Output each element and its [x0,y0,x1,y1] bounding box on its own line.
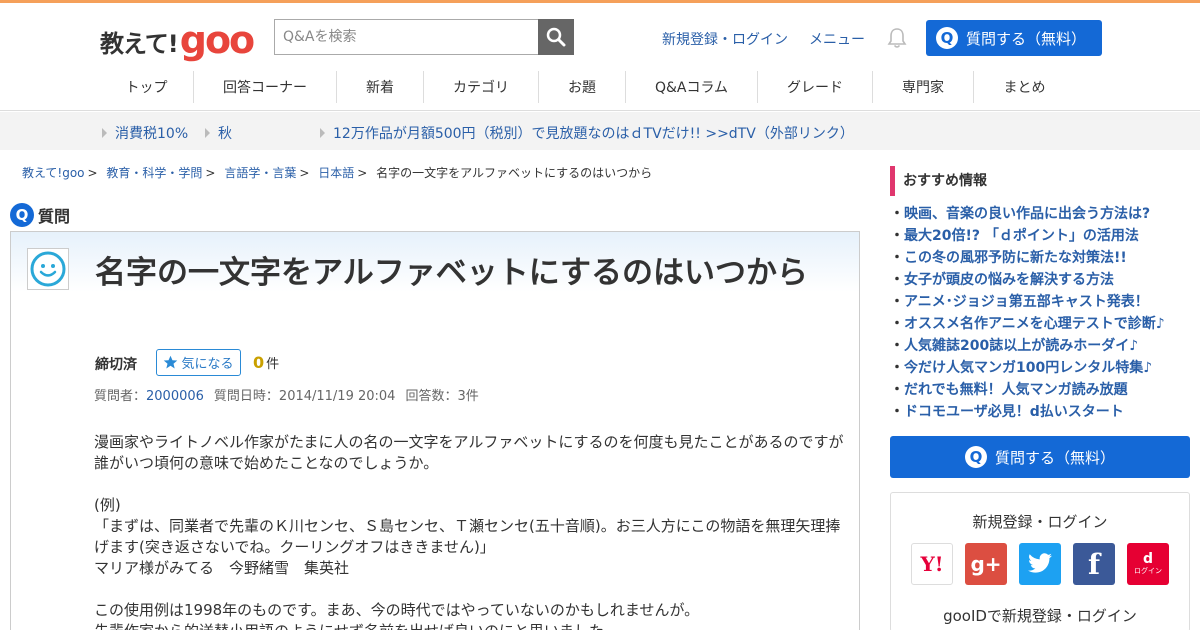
search-input[interactable] [274,19,538,55]
recommended-list: 映画、音楽の良い作品に出会う方法は? 最大20倍!? 「ｄポイント」の活用法 こ… [890,203,1190,423]
recommended-item[interactable]: 今だけ人気マンガ100円レンタル特集♪ [890,357,1190,379]
nav-item-new[interactable]: 新着 [337,71,424,103]
logo-text: 教えて! [100,30,179,58]
twitter-login-button[interactable] [1019,543,1061,585]
nav-item-category[interactable]: カテゴリ [424,71,539,103]
question-paragraph: (例) [94,496,121,514]
logo-brand: goo [179,18,255,62]
recommended-title: おすすめ情報 [890,166,1190,196]
answer-count: 回答数：3件 [405,389,479,404]
question-date: 質問日時：2014/11/19 20:04 [213,389,396,404]
recommended-item[interactable]: 映画、音楽の良い作品に出会う方法は? [890,203,1190,225]
facebook-icon: f [1087,547,1101,581]
question-card: 名字の一文字をアルファベットにするのはいつから 締切済 気になる 0件 質問者：… [10,231,860,630]
breadcrumb-separator: > [299,166,310,180]
yahoo-icon: Y! [920,552,944,576]
search-icon [546,27,566,47]
question-paragraph: 漫画家やライトノベル作家がたまに人の名の一文字をアルファベットにするのを何度も見… [94,433,844,472]
breadcrumb-item-japanese[interactable]: 日本語 [318,166,354,180]
question-heading-label: 質問 [38,207,71,226]
recommended-item[interactable]: だれでも無料！人気マンガ読み放題 [890,379,1190,401]
closed-status: 締切済 [95,357,137,373]
breadcrumb-item-home[interactable]: 教えて!goo [22,166,85,180]
ask-question-label: 質問する（無料） [966,29,1087,48]
nav-item-expert[interactable]: 専門家 [873,71,974,103]
main-nav: トップ 回答コーナー 新着 カテゴリ お題 Q&Aコラム グレード 専門家 まと… [100,71,1075,103]
watch-label: 気になる [181,357,234,372]
breadcrumb-separator: > [357,166,368,180]
trending-link-dtv-ad[interactable]: 12万作品が月額500円（税別）で見放題なのはｄTVだけ!! >>dTV（外部リ… [320,123,854,143]
breadcrumb-item-linguistics[interactable]: 言語学・言葉 [224,166,296,180]
nav-item-grade[interactable]: グレード [758,71,873,103]
sidebar-ask-question-label: 質問する（無料） [994,448,1115,467]
yahoo-login-button[interactable]: Y! [911,543,953,585]
sidebar-ask-question-button[interactable]: Q 質問する（無料） [890,436,1190,478]
login-panel-title: 新規登録・ログイン [972,513,1108,531]
smiley-avatar-icon [30,251,66,287]
google-plus-icon: g+ [970,552,1002,576]
docomo-login-button[interactable]: d ログイン [1127,543,1169,585]
breadcrumb: 教えて!goo > 教育・科学・学問 > 言語学・言葉 > 日本語 > 名字の一文字をア… [22,164,652,181]
recommended-item[interactable]: 女子が頭皮の悩みを解決する方法 [890,269,1190,291]
facebook-login-button[interactable]: f [1073,543,1115,585]
site-logo[interactable]: 教えて! goo [100,15,255,62]
twitter-bird-icon [1028,553,1052,573]
recommended-item[interactable]: 最大20倍!? 「ｄポイント」の活用法 [890,225,1190,247]
register-login-link[interactable]: 新規登録・ログイン [662,29,788,49]
avatar[interactable] [27,248,69,290]
nav-item-topic[interactable]: お題 [539,71,626,103]
breadcrumb-separator: > [87,166,98,180]
question-q-icon: Q [964,446,987,468]
watch-count-number: 0 [253,353,265,372]
docomo-login-label: ログイン [1134,567,1162,575]
question-q-icon: Q [936,27,958,49]
login-panel: 新規登録・ログイン Y! g+ f d ログイン gooIDで新規登録・ログイン [890,492,1190,630]
question-body: 漫画家やライトノベル作家がたまに人の名の一文字をアルファベットにするのを何度も見… [94,432,844,630]
social-login-buttons: Y! g+ f d ログイン [891,543,1189,585]
question-paragraph: 「まずは、同業者で先輩のＫ川センセ、Ｓ島センセ、Ｔ瀬センセ(五十音順)。お三人方… [94,517,841,556]
trending-link-tax[interactable]: 消費税10% [102,123,188,143]
nav-item-qa-column[interactable]: Q&Aコラム [626,71,758,103]
sidebar: おすすめ情報 映画、音楽の良い作品に出会う方法は? 最大20倍!? 「ｄポイント… [890,166,1190,630]
trending-bar: 消費税10% 秋 12万作品が月額500円（税別）で見放題なのはｄTVだけ!! … [0,112,1200,150]
question-paragraph: マリア様がみてる 今野緒雪 集英社 [94,559,350,577]
question-paragraph: 先輩作家から的送替小用語のようにせず名前を出せば良いのにと思いました。 [94,621,844,630]
recommended-item[interactable]: アニメ･ジョジョ第五部キャスト発表！ [890,291,1190,313]
google-login-button[interactable]: g+ [965,543,1007,585]
nav-item-top[interactable]: トップ [100,71,194,103]
gooid-login-text[interactable]: gooIDで新規登録・ログイン [891,605,1189,626]
question-heading: Q 質問 [10,203,70,227]
search-form [274,19,574,55]
nav-item-answer-corner[interactable]: 回答コーナー [194,71,337,103]
question-badge-icon: Q [10,203,34,227]
search-button[interactable] [538,19,574,55]
recommended-item[interactable]: オススメ名作アニメを心理テストで診断♪ [890,313,1190,335]
menu-link[interactable]: メニュー [809,29,865,49]
watch-count-unit: 件 [266,357,280,372]
recommended-item[interactable]: この冬の風邪予防に新たな対策法!! [890,247,1190,269]
notification-bell-icon[interactable] [886,27,908,49]
recommended-item[interactable]: ドコモユーザ必見！d払いスタート [890,401,1190,423]
question-title: 名字の一文字をアルファベットにするのはいつから [95,255,808,291]
nav-item-matome[interactable]: まとめ [974,71,1075,103]
trending-link-autumn[interactable]: 秋 [205,123,232,143]
breadcrumb-current: 名字の一文字をアルファベットにするのはいつから [376,166,653,180]
question-meta: 質問者：2000006 質問日時：2014/11/19 20:04 回答数：3件 [94,385,479,404]
star-icon [164,355,178,369]
breadcrumb-item-education[interactable]: 教育・科学・学問 [106,166,202,180]
docomo-d-icon: d [1142,551,1154,567]
site-header: 教えて! goo 新規登録・ログイン メニュー Q 質問する（無料） トップ 回… [0,3,1200,111]
asker-label: 質問者： [94,389,147,404]
question-paragraph: この使用例は1998年のものです。まあ、今の時代ではやっていないのかもしれません… [94,601,700,619]
watch-button[interactable]: 気になる [156,349,241,376]
recommended-item[interactable]: 人気雑誌200誌以上が読みホーダイ♪ [890,335,1190,357]
breadcrumb-separator: > [205,166,216,180]
watch-count: 0件 [253,353,279,372]
asker-link[interactable]: 2000006 [146,389,204,404]
ask-question-button[interactable]: Q 質問する（無料） [926,20,1102,56]
